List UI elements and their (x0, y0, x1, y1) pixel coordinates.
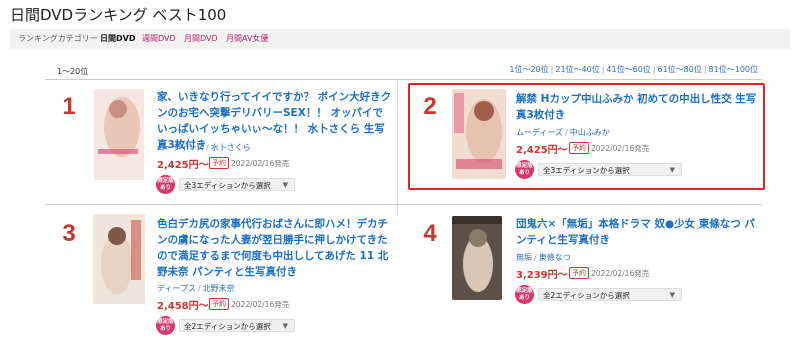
limited-edition-badge: 限定版あり (156, 175, 175, 194)
product-thumbnail[interactable] (94, 89, 144, 180)
pager-link[interactable]: 1位〜20位 (509, 65, 548, 74)
edition-select[interactable]: 全2エディションから選択 ▼ (538, 288, 682, 301)
rank-number: 3 (62, 220, 76, 247)
pager-separator: | (652, 65, 656, 74)
price: 2,425円〜 (516, 145, 568, 156)
release-date: 2022/02/16発売 (591, 144, 650, 153)
actress-link[interactable]: 水卜さくら (211, 143, 251, 152)
maker-link[interactable]: ムーディーズ (157, 143, 204, 152)
pager-separator: | (550, 65, 554, 74)
divider (45, 204, 762, 205)
edition-select[interactable]: 全2エディションから選択 ▼ (179, 319, 295, 332)
maker-actress: ムーディーズ / 水卜さくら (157, 143, 251, 152)
pager-separator: | (703, 65, 707, 74)
pager-link[interactable]: 81位〜100位 (709, 65, 758, 74)
price: 3,239円〜 (516, 270, 568, 281)
category-link-monthly-dvd[interactable]: 月間DVD (184, 29, 218, 49)
chevron-down-icon: ▼ (669, 166, 675, 174)
product-title[interactable]: 色白デカ尻の家事代行おばさんに即ハメ！デカチンの虜になった人妻が翌日勝手に押しか… (157, 216, 395, 280)
product-title[interactable]: 団鬼六×「無垢」本格ドラマ 奴●少女 東條なつ パンティと生写真付き (516, 216, 762, 248)
actress-link[interactable]: 東條なつ (539, 253, 571, 262)
rank-number: 2 (423, 93, 437, 120)
actress-link[interactable]: 中山ふみか (570, 128, 610, 137)
rank-pager: 1位〜20位 | 21位〜40位 | 41位〜60位 | 61位〜80位 | 81位〜100位 (509, 64, 758, 75)
maker-link[interactable]: ディープス (157, 284, 196, 293)
pager-separator: | (601, 65, 605, 74)
limited-edition-badge: 限定版あり (515, 160, 534, 179)
actress-link[interactable]: 北野未奈 (203, 284, 235, 293)
divider (45, 79, 762, 80)
edition-select-label: 全2エディションから選択 (184, 322, 271, 331)
edition-select[interactable]: 全3エディションから選択 ▼ (179, 178, 295, 191)
maker-actress: ディープス / 北野未奈 (157, 284, 235, 293)
release-date: 2022/02/16発売 (591, 269, 650, 278)
product-thumbnail[interactable] (452, 216, 502, 300)
preorder-badge: 予約 (209, 157, 229, 169)
category-link-monthly-actress[interactable]: 月間AV女優 (226, 29, 268, 49)
limited-edition-badge: 限定版あり (156, 316, 175, 335)
chevron-down-icon: ▼ (282, 181, 288, 189)
preorder-badge: 予約 (209, 298, 229, 310)
preorder-badge: 予約 (569, 267, 589, 279)
product-thumbnail[interactable] (93, 214, 145, 304)
price: 2,458円〜 (157, 301, 209, 312)
product-thumbnail[interactable] (452, 89, 506, 179)
maker-link[interactable]: ムーディーズ (516, 128, 563, 137)
preorder-badge: 予約 (569, 142, 589, 154)
rank-number: 4 (423, 220, 437, 247)
category-bar: ランキングカテゴリー 日間DVD 週間DVD 月間DVD 月間AV女優 (10, 29, 790, 49)
product-title[interactable]: 解禁 Hカップ中山ふみか 初めての中出し性交 生写真3枚付き (516, 91, 760, 123)
rank-number: 1 (62, 93, 76, 120)
category-label: ランキングカテゴリー (18, 34, 98, 43)
pager-link[interactable]: 61位〜80位 (657, 65, 701, 74)
pager-link[interactable]: 21位〜40位 (555, 65, 599, 74)
edition-select-label: 全2エディションから選択 (543, 291, 630, 300)
divider (397, 80, 398, 215)
maker-link[interactable]: 無垢 (516, 253, 532, 262)
pager-link[interactable]: 41位〜60位 (606, 65, 650, 74)
limited-edition-badge: 限定版あり (515, 285, 534, 304)
maker-actress: 無垢 / 東條なつ (516, 253, 571, 262)
edition-select[interactable]: 全3エディションから選択 ▼ (538, 163, 682, 176)
page-title: 日間DVDランキング ベスト100 (10, 6, 227, 24)
edition-select-label: 全3エディションから選択 (543, 166, 630, 175)
current-range: 1〜20位 (57, 67, 89, 76)
release-date: 2022/02/16発売 (231, 159, 290, 168)
category-link-weekly-dvd[interactable]: 週間DVD (142, 29, 176, 49)
chevron-down-icon: ▼ (282, 322, 288, 330)
release-date: 2022/02/16発売 (231, 300, 290, 309)
chevron-down-icon: ▼ (669, 291, 675, 299)
maker-actress: ムーディーズ / 中山ふみか (516, 128, 610, 137)
category-active-daily-dvd[interactable]: 日間DVD (100, 29, 135, 49)
edition-select-label: 全3エディションから選択 (184, 181, 271, 190)
price: 2,425円〜 (157, 160, 209, 171)
